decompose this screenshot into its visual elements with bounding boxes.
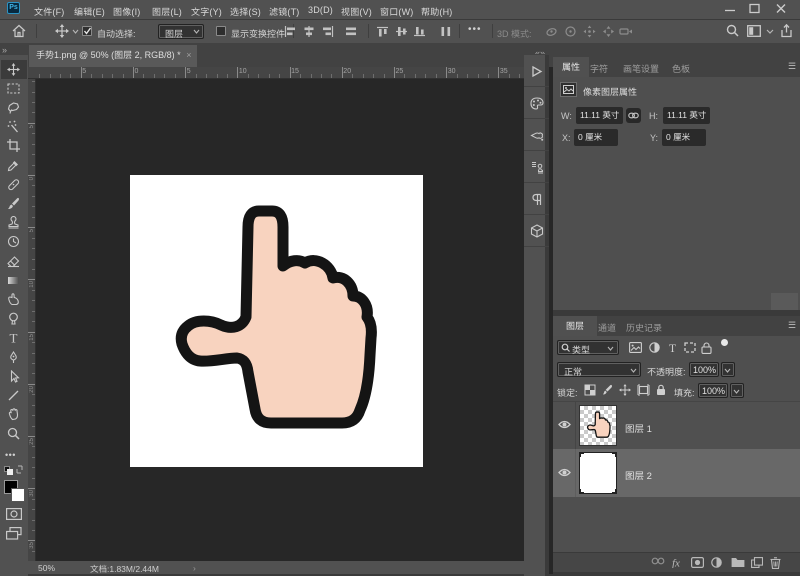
- svg-text:T: T: [669, 343, 676, 353]
- svg-text:fx: fx: [672, 558, 680, 569]
- svg-text:T: T: [10, 331, 18, 344]
